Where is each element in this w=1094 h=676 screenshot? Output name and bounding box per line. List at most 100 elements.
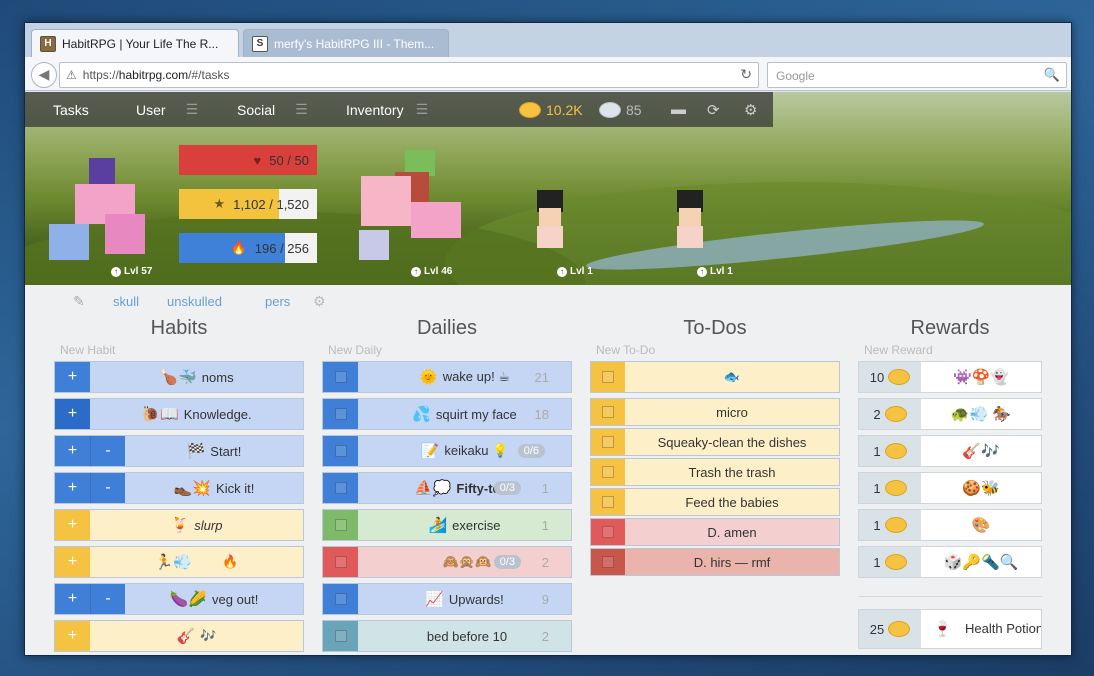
daily-text[interactable]: 📈 Upwards! bbox=[358, 584, 571, 614]
level-text: Lvl 57 bbox=[124, 266, 153, 277]
reward-text[interactable]: 🎲🔑🔦🔍 bbox=[921, 547, 1041, 577]
tab-habitrpg[interactable]: H HabitRPG | Your Life The R... bbox=[31, 29, 239, 57]
daily-text[interactable]: ⛵💭 Fifty-tens bbox=[358, 473, 571, 503]
search-input[interactable]: Google 🔍 bbox=[767, 62, 1067, 88]
buy-button[interactable]: 2 bbox=[859, 399, 921, 429]
daily-label: exercise bbox=[452, 517, 501, 533]
menu-inventory[interactable]: Inventory ☰ bbox=[346, 101, 428, 118]
daily-checkbox[interactable] bbox=[323, 510, 358, 540]
daily-text[interactable]: 🏄 exercise bbox=[358, 510, 571, 540]
checklist-badge[interactable]: 0/6 bbox=[517, 444, 545, 458]
reward-text[interactable]: 🎨 bbox=[921, 510, 1041, 540]
todo-text[interactable]: D. hirs — rmf bbox=[625, 549, 839, 575]
reward-text[interactable]: 👾🍄👻 bbox=[921, 362, 1041, 392]
tag-skull[interactable]: skull bbox=[113, 294, 167, 309]
habit-plus-button[interactable]: + bbox=[55, 621, 90, 651]
habit-minus-button[interactable]: - bbox=[90, 436, 125, 466]
checklist-badge[interactable]: 0/3 bbox=[493, 481, 521, 495]
daily-checkbox[interactable] bbox=[323, 399, 358, 429]
checklist-badge[interactable]: 0/3 bbox=[493, 555, 521, 569]
edit-tags-pencil-icon[interactable]: ✎ bbox=[73, 293, 113, 310]
tab-theme[interactable]: S merfy's HabitRPG III - Them... bbox=[243, 29, 449, 57]
todo-text[interactable]: 🐟 bbox=[625, 362, 839, 392]
party-member-avatar[interactable] bbox=[659, 186, 719, 256]
habit-text[interactable]: 🍹 slurp bbox=[90, 510, 303, 540]
daily-checkbox[interactable] bbox=[323, 621, 358, 651]
habit-minus-button[interactable]: - bbox=[90, 473, 125, 503]
habit-minus-button[interactable]: - bbox=[90, 584, 125, 614]
sync-icon[interactable]: ⟳ bbox=[707, 101, 720, 119]
search-icon[interactable]: 🔍 bbox=[1044, 67, 1060, 83]
buy-button[interactable]: 1 bbox=[859, 436, 921, 466]
daily-label: bed before 10 bbox=[426, 628, 508, 644]
health-value: 50 / 50 bbox=[269, 152, 309, 168]
menu-tasks[interactable]: Tasks bbox=[53, 102, 89, 118]
party-member-avatar[interactable] bbox=[519, 186, 579, 256]
new-reward-input[interactable]: New Reward bbox=[858, 343, 1042, 361]
back-button[interactable]: ◀ bbox=[31, 62, 57, 88]
tag-pers[interactable]: pers bbox=[265, 294, 313, 309]
address-bar[interactable]: ⚠ https://habitrpg.com/#/tasks ↻ bbox=[59, 62, 759, 88]
reward-emoji: 🐢💨 🏇 bbox=[950, 406, 1012, 423]
todo-checkbox[interactable] bbox=[591, 459, 625, 485]
todo-checkbox[interactable] bbox=[591, 362, 625, 392]
habit-text[interactable]: 🐌📖 Knowledge. bbox=[90, 399, 303, 429]
menu-label: Social bbox=[237, 101, 276, 118]
menu-social[interactable]: Social ☰ bbox=[237, 101, 308, 118]
reward-text[interactable]: 🍪🐝 bbox=[921, 473, 1041, 503]
todo-checkbox[interactable] bbox=[591, 429, 625, 455]
chat-icon[interactable]: ▬ bbox=[671, 101, 686, 118]
buy-button[interactable]: 1 bbox=[859, 473, 921, 503]
habit-text[interactable]: 👞💥 Kick it! bbox=[125, 473, 303, 503]
daily-checkbox[interactable] bbox=[323, 547, 358, 577]
daily-checkbox[interactable] bbox=[323, 584, 358, 614]
buy-button[interactable]: 1 bbox=[859, 547, 921, 577]
tag-unskulled[interactable]: unskulled bbox=[167, 294, 265, 309]
habit-emoji: 🐌📖 bbox=[141, 406, 179, 423]
habit-plus-button[interactable]: + bbox=[55, 584, 90, 614]
player-avatar[interactable] bbox=[45, 154, 155, 264]
reward-text[interactable]: 🎸🎶 bbox=[921, 436, 1041, 466]
daily-text[interactable]: bed before 10 bbox=[358, 621, 571, 651]
todo-checkbox[interactable] bbox=[591, 489, 625, 515]
habit-plus-button[interactable]: + bbox=[55, 436, 90, 466]
new-habit-input[interactable]: New Habit bbox=[54, 343, 304, 361]
daily-text[interactable]: 🙈🙊🙉 bbox=[358, 547, 571, 577]
menu-user[interactable]: User ☰ bbox=[136, 101, 198, 118]
habit-plus-button[interactable]: + bbox=[55, 547, 90, 577]
todo-checkbox[interactable] bbox=[591, 549, 625, 575]
gold-counter: 10.2K bbox=[519, 101, 583, 118]
reward-text[interactable]: 🐢💨 🏇 bbox=[921, 399, 1041, 429]
settings-gear-icon[interactable]: ⚙ bbox=[744, 101, 757, 119]
new-todo-input[interactable]: New To-Do bbox=[590, 343, 840, 361]
todo-text[interactable]: D. amen bbox=[625, 519, 839, 545]
buy-button[interactable]: 25 bbox=[859, 610, 921, 648]
daily-checkbox[interactable] bbox=[323, 436, 358, 466]
habit-plus-button[interactable]: + bbox=[55, 510, 90, 540]
daily-item: 🌞 wake up! ☕ 21 bbox=[322, 361, 572, 393]
habit-plus-button[interactable]: + bbox=[55, 362, 90, 392]
habit-text[interactable]: 🏁 Start! bbox=[125, 436, 303, 466]
todo-text[interactable]: Trash the trash bbox=[625, 459, 839, 485]
todo-checkbox[interactable] bbox=[591, 399, 625, 425]
buy-button[interactable]: 1 bbox=[859, 510, 921, 540]
todo-text[interactable]: Feed the babies bbox=[625, 489, 839, 515]
habit-text[interactable]: 🎸 🎶 bbox=[90, 621, 303, 651]
buy-button[interactable]: 10 bbox=[859, 362, 921, 392]
daily-checkbox[interactable] bbox=[323, 362, 358, 392]
daily-checkbox[interactable] bbox=[323, 473, 358, 503]
todo-text[interactable]: Squeaky-clean the dishes bbox=[625, 429, 839, 455]
streak-count: 2 bbox=[541, 629, 549, 644]
new-daily-input[interactable]: New Daily bbox=[322, 343, 572, 361]
habit-plus-button[interactable]: + bbox=[55, 399, 90, 429]
habit-text[interactable]: 🍗🐳 noms bbox=[90, 362, 303, 392]
todo-checkbox[interactable] bbox=[591, 519, 625, 545]
party-member-avatar[interactable] bbox=[355, 146, 465, 266]
health-potion-reward[interactable]: 25 🍷 Health Potion bbox=[858, 609, 1042, 649]
tag-settings-gear-icon[interactable]: ⚙ bbox=[313, 293, 326, 310]
habit-text[interactable]: 🍆🌽 veg out! bbox=[125, 584, 303, 614]
habit-text[interactable]: 🏃💨 🔥 bbox=[90, 547, 303, 577]
habit-plus-button[interactable]: + bbox=[55, 473, 90, 503]
reload-icon[interactable]: ↻ bbox=[740, 66, 752, 83]
todo-text[interactable]: micro bbox=[625, 399, 839, 425]
